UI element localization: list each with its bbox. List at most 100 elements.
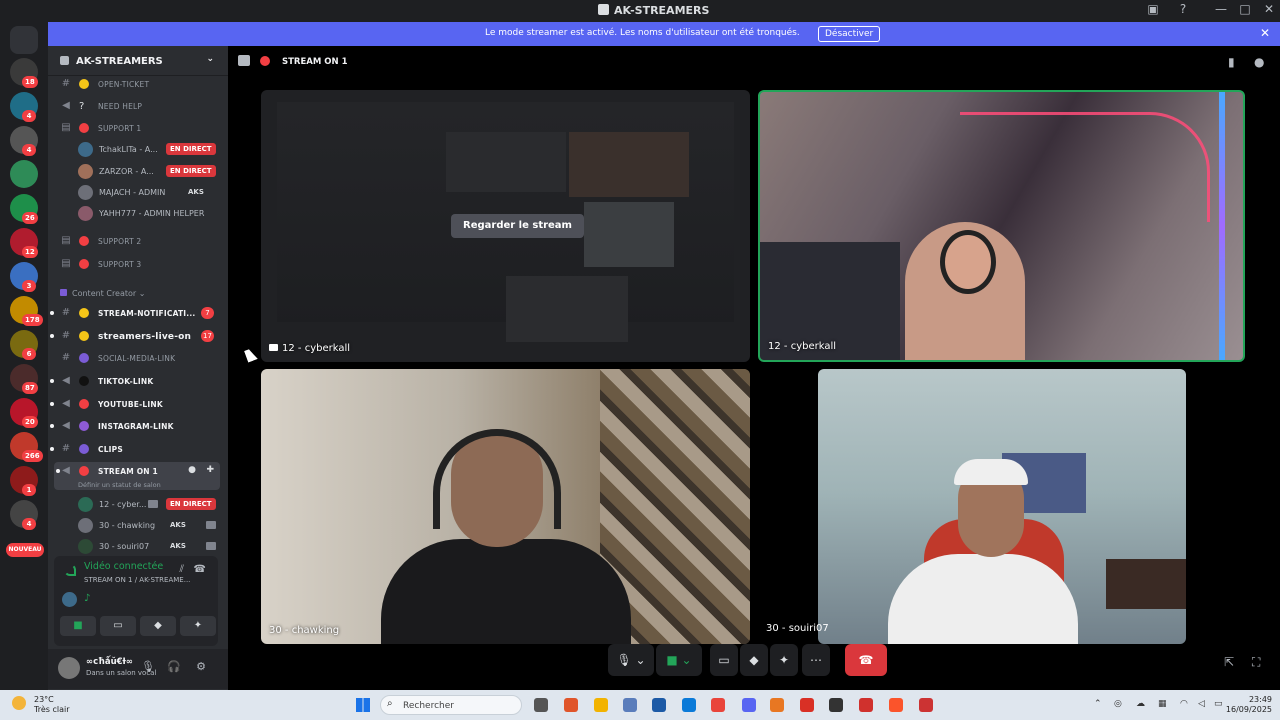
watch-stream-button[interactable]: Regarder le stream	[451, 214, 584, 238]
soundboard-button[interactable]: ✦	[770, 644, 798, 676]
taskbar-app-icon[interactable]	[652, 698, 666, 712]
chat-bubble-icon[interactable]: ●	[1254, 55, 1264, 69]
channel-stream-notificati[interactable]: # STREAM-NOTIFICATI... 7	[48, 304, 228, 322]
tray-app-icon[interactable]: ▦	[1158, 699, 1167, 709]
video-tile[interactable]	[818, 369, 1186, 644]
end-call-button[interactable]: ☎	[845, 644, 887, 676]
camera-button[interactable]: ■	[60, 616, 96, 636]
taskbar-search[interactable]: ⌕ Rechercher	[380, 695, 522, 715]
activity-icon[interactable]	[62, 592, 77, 607]
tray-app-icon[interactable]: ◎	[1114, 699, 1122, 709]
channel-tiktok-link[interactable]: ◀ TIKTOK-LINK	[48, 372, 228, 390]
channel-social-media-link[interactable]: # SOCIAL-MEDIA-LINK	[48, 349, 228, 367]
channel-instagram-link[interactable]: ◀ INSTAGRAM-LINK	[48, 417, 228, 435]
taskbar-app-icon[interactable]	[682, 698, 696, 712]
voice-channel-icon: ◀	[62, 100, 70, 111]
taskbar-app-icon[interactable]	[829, 698, 843, 712]
more-options-button[interactable]: ⋯	[802, 644, 830, 676]
popout-icon[interactable]: ⇱	[1224, 655, 1234, 669]
disable-streamer-mode-button[interactable]: Désactiver	[818, 26, 881, 42]
activity-button[interactable]: ◆	[740, 644, 768, 676]
channel-status[interactable]: Définir un statut de salon	[78, 481, 161, 489]
taskbar-app-icon[interactable]	[742, 698, 756, 712]
volume-icon[interactable]: ◁	[1198, 699, 1205, 709]
channel-stream-on-1[interactable]: ◀ STREAM ON 1 Définir un statut de salon…	[54, 462, 220, 490]
close-button[interactable]: ✕	[1256, 2, 1280, 16]
taskbar-clock[interactable]: 23:49 16/09/2025	[1226, 695, 1272, 715]
taskbar-app-icon[interactable]	[859, 698, 873, 712]
taskbar-app-icon[interactable]	[919, 698, 933, 712]
gear-icon[interactable]: ⚙	[193, 660, 209, 673]
fullscreen-icon[interactable]: ⛶	[1252, 655, 1260, 670]
channel-support-3[interactable]: ▤ SUPPORT 3	[48, 255, 228, 273]
channel-need-help[interactable]: ◀ ? NEED HELP	[48, 97, 228, 115]
wifi-icon[interactable]: ◠	[1180, 699, 1188, 709]
microphone-button[interactable]: 🎙 ⌄	[608, 644, 654, 676]
channel-streamers-live-on[interactable]: # streamers-live-on 17	[48, 327, 228, 345]
streamer-mode-banner: Le mode streamer est activé. Les noms d'…	[48, 22, 1280, 46]
taskbar-app-icon[interactable]	[711, 698, 725, 712]
channel-clips[interactable]: # CLIPS	[48, 440, 228, 458]
taskbar-app-icon[interactable]	[770, 698, 784, 712]
minimize-button[interactable]: —	[1208, 2, 1234, 16]
category-content-creator[interactable]: Content Creator ⌄	[60, 289, 145, 298]
taskbar-app-icon[interactable]	[800, 698, 814, 712]
microphone-icon[interactable]: 🎙	[140, 660, 156, 673]
channel-youtube-link[interactable]: ◀ YOUTUBE-LINK	[48, 395, 228, 413]
taskbar-app-icon[interactable]	[623, 698, 637, 712]
voice-user[interactable]: 30 - chawking AKS	[78, 516, 222, 536]
soundboard-icon[interactable]: ♪	[84, 593, 90, 604]
channel-emoji-icon	[79, 79, 89, 89]
channel-label: streamers-live-on	[98, 332, 192, 342]
voice-user[interactable]: TchakLITa - A... EN DIRECT	[78, 140, 222, 160]
avatar	[78, 185, 93, 200]
taskbar-app-icon[interactable]	[564, 698, 578, 712]
channel-open-ticket[interactable]: # OPEN-TICKET	[48, 75, 228, 93]
channel-support-2[interactable]: ▤ SUPPORT 2	[48, 232, 228, 250]
server-icon[interactable]	[10, 160, 38, 188]
inbox-icon[interactable]: ▣	[1140, 2, 1166, 16]
channel-support-1[interactable]: ▤ SUPPORT 1	[48, 119, 228, 137]
soundboard-button[interactable]: ✦	[180, 616, 216, 636]
bookmark-icon[interactable]: ▮	[1228, 55, 1235, 69]
weather-widget[interactable]: 23°C Très clair	[34, 695, 70, 715]
camera-button[interactable]: ■ ⌄	[656, 644, 702, 676]
share-screen-button[interactable]: ▭	[100, 616, 136, 636]
avatar[interactable]	[58, 657, 80, 679]
video-tile[interactable]: 30 - chawking	[261, 369, 750, 644]
weather-icon[interactable]	[12, 696, 26, 710]
share-screen-button[interactable]: ▭	[710, 644, 738, 676]
voice-user[interactable]: ZARZOR - A... EN DIRECT	[78, 162, 222, 182]
voice-user[interactable]: 30 - souiri07 AKS	[78, 537, 222, 557]
tray-cloud-icon[interactable]: ☁	[1136, 699, 1145, 709]
video-tile[interactable]: 12 - cyberkall	[758, 90, 1245, 362]
tray-chevron-icon[interactable]: ⌃	[1094, 699, 1102, 709]
voice-status: Vidéo connectée	[84, 561, 164, 572]
taskbar-app-icon[interactable]	[594, 698, 608, 712]
user-name[interactable]: ∞cħǻŭ€Ɨ∞	[86, 657, 133, 667]
channel-emoji-icon	[79, 399, 89, 409]
battery-icon[interactable]: ▭	[1214, 699, 1223, 709]
windows-start-icon[interactable]	[356, 698, 370, 712]
stream-tile[interactable]: Regarder le stream 12 - cyberkall	[261, 90, 750, 362]
taskbar-app-icon[interactable]	[889, 698, 903, 712]
signal-icon[interactable]	[64, 564, 76, 576]
voice-user[interactable]: 12 - cyber... EN DIRECT	[78, 495, 222, 515]
voice-channel-path[interactable]: STREAM ON 1 / AK-STREAME...	[84, 576, 190, 584]
activity-button[interactable]: ◆	[140, 616, 176, 636]
help-icon[interactable]: ?	[1170, 2, 1196, 16]
add-member-icon[interactable]: ✚	[206, 465, 214, 475]
chevron-down-icon[interactable]: ⌄	[206, 54, 214, 64]
voice-user[interactable]: YAHH777 - ADMIN HELPER	[78, 204, 222, 224]
direct-messages-icon[interactable]	[10, 26, 38, 54]
headphones-icon[interactable]: 🎧	[166, 660, 182, 673]
noise-suppression-icon[interactable]: ⫽	[180, 564, 184, 575]
taskbar-app-icon[interactable]	[534, 698, 548, 712]
voice-user-name: YAHH777 - ADMIN HELPER	[99, 209, 205, 218]
chat-icon[interactable]: ●	[188, 465, 196, 475]
maximize-button[interactable]: □	[1232, 2, 1258, 16]
server-header[interactable]: AK-STREAMERS ⌄	[48, 46, 228, 76]
disconnect-icon[interactable]: ☎	[194, 564, 206, 575]
close-banner-icon[interactable]: ✕	[1260, 26, 1270, 40]
voice-user[interactable]: MAJACH - ADMIN AKS	[78, 183, 222, 203]
